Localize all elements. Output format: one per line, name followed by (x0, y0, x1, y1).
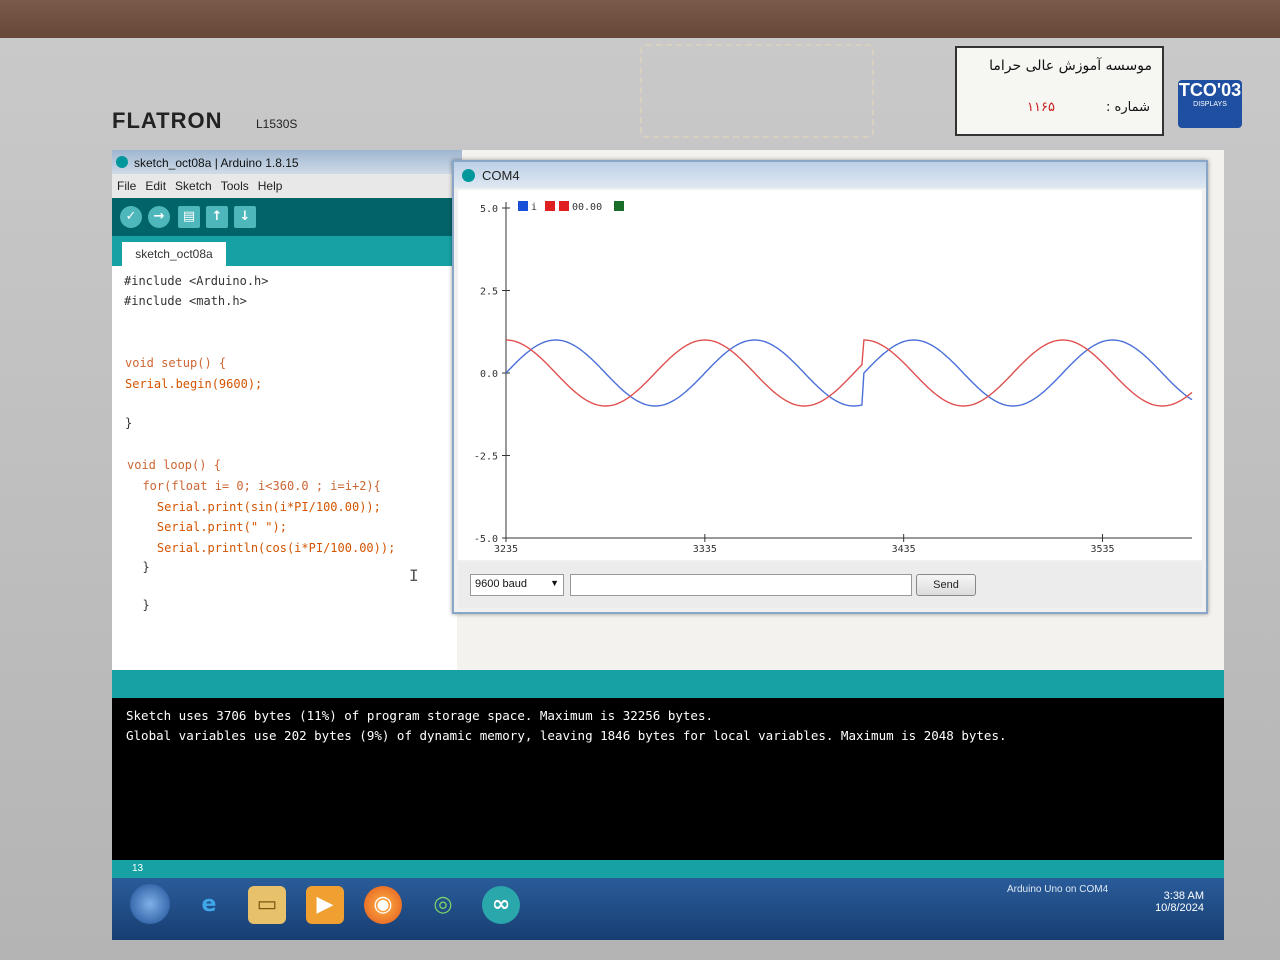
code-line: void loop() { (127, 458, 221, 472)
tco-label: TCO'03 (1178, 80, 1242, 100)
tco-badge: TCO'03 DISPLAYS (1178, 80, 1242, 128)
tco-sub: DISPLAYS (1193, 101, 1227, 108)
y-tick-label: 0.0 (480, 369, 498, 380)
serial-plot: 5.02.50.0-2.5-5.03235 3335 3435 3535i 00.00 (474, 201, 1193, 555)
code-line: } (128, 598, 150, 612)
firefox-icon[interactable]: ◉ (364, 886, 402, 924)
arduino-app-icon (462, 169, 475, 182)
code-line: Serial.print(sin(i*PI/100.00)); (128, 500, 381, 514)
legend-swatch (614, 201, 624, 211)
media-player-icon[interactable]: ▶ (306, 886, 344, 924)
serial-plotter-window[interactable]: COM4 5.0 2.5 0.0 -2.5 -5.0 3235 3335 3435 3535 i 0… (452, 160, 1208, 614)
verify-icon[interactable]: ✓ (120, 206, 142, 228)
code-line: #include <math.h> (124, 294, 247, 308)
code-line: for(float i= 0; i<360.0 ; i=i+2){ (128, 479, 381, 493)
save-icon[interactable]: ↓ (234, 206, 256, 228)
menu-file[interactable]: File (112, 174, 140, 193)
ide-titlebar[interactable]: sketch_oct08a | Arduino 1.8.15 (112, 150, 462, 174)
text-cursor-icon: I (409, 566, 419, 585)
code-line: Serial.print(" "); (128, 520, 287, 534)
editor-divider (112, 670, 1224, 698)
upload-icon[interactable]: → (148, 206, 170, 228)
menu-edit[interactable]: Edit (140, 174, 170, 193)
menu-help[interactable]: Help (253, 174, 287, 193)
legend-swatch (545, 201, 555, 211)
console-line: Sketch uses 3706 bytes (11%) of program … (126, 708, 713, 723)
tray-time: 3:38 AM (1163, 890, 1204, 902)
x-tick-label: 3335 (693, 544, 717, 555)
taskbar: e ▭ ▶ ◉ ◎ ∞ Arduino Uno on COM4 3:38 AM … (112, 878, 1224, 940)
console-line: Global variables use 202 bytes (9%) of d… (126, 728, 1007, 743)
sticker-line2: شماره : (1106, 100, 1150, 115)
internet-explorer-icon[interactable]: e (190, 886, 228, 924)
plotter-window-title: COM4 (482, 168, 520, 183)
baud-select[interactable]: 9600 baud ▼ (470, 574, 564, 596)
new-icon[interactable]: ▤ (178, 206, 200, 228)
series-sin-line (505, 339, 1193, 407)
tab-strip: sketch_oct08a (112, 236, 457, 266)
chevron-down-icon: ▼ (550, 578, 559, 588)
tab-sketch[interactable]: sketch_oct08a (122, 242, 226, 266)
y-tick-label: 2.5 (480, 287, 498, 298)
send-button[interactable]: Send (916, 574, 976, 596)
tape-residue (640, 44, 874, 138)
plotter-titlebar[interactable]: COM4 (454, 162, 1206, 188)
code-line: void setup() { (125, 356, 227, 370)
system-tray[interactable]: 3:38 AM 10/8/2024 (1155, 890, 1204, 914)
menu-sketch[interactable]: Sketch (170, 174, 216, 193)
arduino-icon[interactable]: ∞ (482, 886, 520, 924)
screen: sketch_oct08a | Arduino 1.8.15 File Edit S… (112, 150, 1224, 940)
send-input[interactable] (570, 574, 912, 596)
plotter-controls: 9600 baud ▼ Send (458, 562, 1202, 608)
legend-label: 00.00 (572, 202, 602, 213)
code-line: Serial.begin(9600); (125, 377, 263, 391)
code-editor[interactable]: #include <Arduino.h> #include <math.h> v… (112, 266, 457, 676)
code-line: } (125, 416, 133, 430)
y-tick-label: 5.0 (480, 204, 498, 215)
legend-swatch (518, 201, 528, 211)
sticker-number: ۱۱۶۵ (1027, 100, 1055, 115)
code-line: Serial.println(cos(i*PI/100.00)); (128, 541, 396, 555)
sticker-line1: موسسه آموزش عالی حراما (989, 58, 1152, 74)
folder-icon[interactable]: ▭ (248, 886, 286, 924)
asset-sticker: موسسه آموزش عالی حراما شماره : ۱۱۶۵ (955, 46, 1164, 136)
legend-swatch (559, 201, 569, 211)
plot-area: 5.0 2.5 0.0 -2.5 -5.0 3235 3335 3435 3535 i 00.00 (458, 190, 1202, 560)
ide-toolbar: ✓ → ▤ ↑ ↓ (112, 198, 457, 236)
menu-tools[interactable]: Tools (216, 174, 253, 193)
monitor-model: L1530S (256, 117, 298, 131)
ide-window-title: sketch_oct08a | Arduino 1.8.15 (134, 156, 299, 170)
y-tick-label: -2.5 (474, 452, 498, 463)
board-status: Arduino Uno on COM4 (1007, 884, 1109, 895)
x-tick-label: 3535 (1090, 544, 1114, 555)
baud-value: 9600 baud (475, 578, 527, 590)
arduino-app-icon (116, 156, 128, 168)
shell-icon[interactable]: ◎ (424, 886, 462, 924)
status-bar: 13 (112, 860, 1224, 878)
monitor-brand: FLATRON (112, 108, 223, 133)
x-tick-label: 3235 (494, 544, 518, 555)
code-line: #include <Arduino.h> (124, 274, 269, 288)
code-line: } (128, 560, 150, 574)
windows-start-icon[interactable] (130, 884, 170, 924)
legend-label: i (531, 202, 537, 213)
open-icon[interactable]: ↑ (206, 206, 228, 228)
line-number: 13 (132, 863, 144, 874)
series-cos-line (505, 339, 1193, 407)
tray-date: 10/8/2024 (1155, 902, 1204, 914)
console-output: Sketch uses 3706 bytes (11%) of program … (112, 698, 1224, 860)
menu-bar: File Edit Sketch Tools Help (112, 174, 457, 198)
x-tick-label: 3435 (892, 544, 916, 555)
